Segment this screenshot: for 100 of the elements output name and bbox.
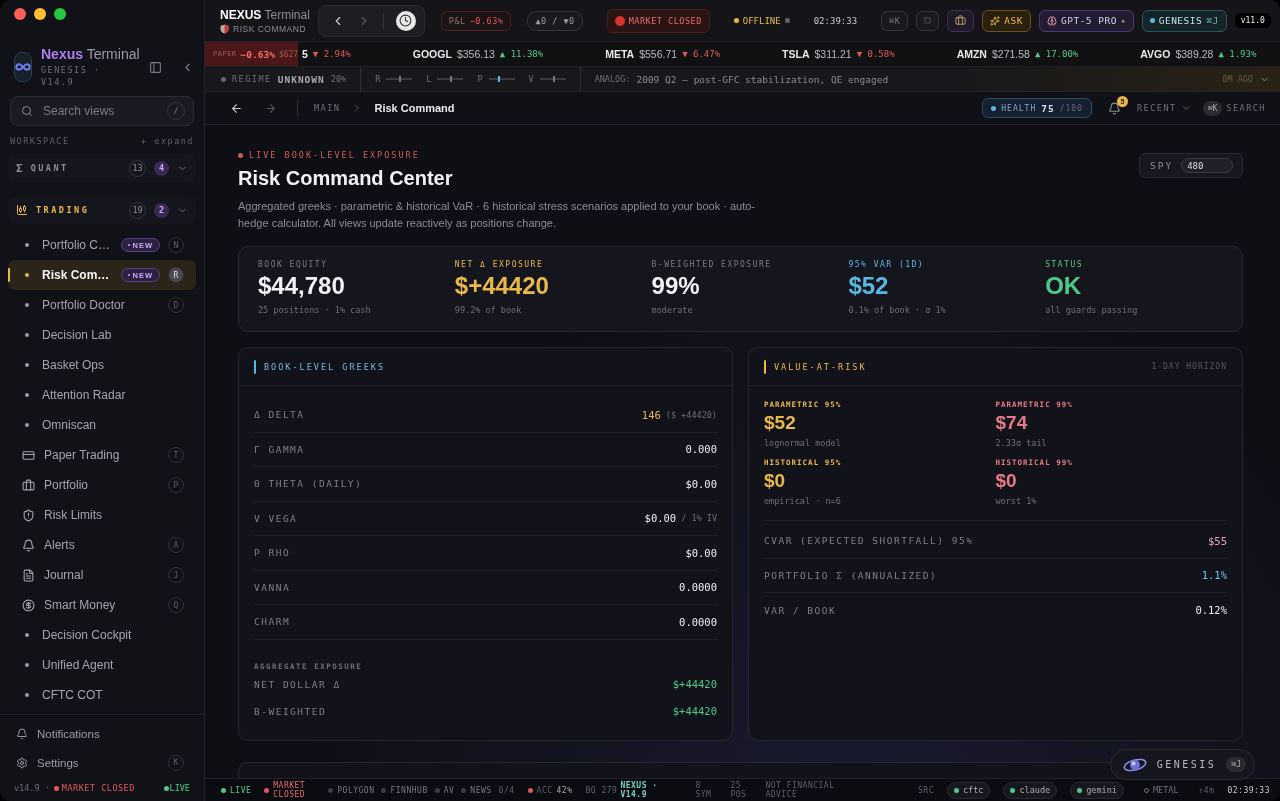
sidebar-item[interactable]: Notifications bbox=[0, 719, 204, 748]
movers-chip[interactable]: ▲0 / ▼0 bbox=[527, 10, 583, 31]
stat-label: B-WEIGHTED EXPOSURE bbox=[651, 260, 772, 269]
zoom-button[interactable] bbox=[54, 8, 66, 20]
clock-button[interactable] bbox=[395, 10, 416, 31]
spy-field[interactable]: 480 bbox=[1181, 158, 1234, 173]
sparkle-icon bbox=[990, 15, 1001, 26]
provider-chip: cftc bbox=[947, 781, 991, 799]
source-count: 0/4 bbox=[498, 785, 515, 795]
ticker-change: ▼ 2.94% bbox=[312, 49, 351, 59]
pnl-chip[interactable]: P&L −0.63% bbox=[440, 10, 512, 31]
connection-status: OFFLINE bbox=[733, 15, 790, 26]
group-header[interactable]: TRADING 19 2 bbox=[8, 196, 196, 224]
panel-icon[interactable] bbox=[148, 60, 162, 74]
briefcase-button[interactable] bbox=[947, 9, 975, 32]
sidebar-item[interactable]: Journal J bbox=[8, 560, 196, 590]
sidebar-item[interactable]: Settings K bbox=[0, 748, 204, 777]
new-count: 4 bbox=[154, 160, 169, 176]
stat-label: STATUS bbox=[1045, 260, 1084, 269]
search-button[interactable]: ⌘K SEARCH bbox=[1202, 100, 1266, 116]
source-status: POLYGON bbox=[328, 785, 375, 795]
search-field[interactable]: Search views bbox=[41, 103, 159, 119]
market-status: MARKET CLOSED bbox=[53, 783, 135, 793]
sidebar-item[interactable]: Portfolio P bbox=[8, 470, 196, 500]
sidebar-item[interactable]: Decision Cockpit bbox=[8, 620, 196, 650]
ticker-change: ▲ 11.38% bbox=[499, 49, 544, 59]
sidebar-item[interactable]: Alerts A bbox=[8, 530, 196, 560]
bullet-icon bbox=[25, 333, 29, 337]
sidebar-item[interactable]: Paper Trading T bbox=[8, 440, 196, 470]
market-status-chip[interactable]: MARKET CLOSED bbox=[606, 8, 710, 33]
spy-control[interactable]: SPY 480 bbox=[1139, 153, 1243, 178]
live-dot bbox=[238, 152, 243, 158]
metric-value: $52 bbox=[764, 412, 796, 434]
search-bar[interactable]: Search views / bbox=[10, 96, 194, 126]
command-button[interactable]: ⌘K bbox=[881, 10, 909, 31]
sidebar-item[interactable]: Unified Agent bbox=[8, 650, 196, 680]
bell-icon bbox=[1107, 101, 1121, 115]
ticker-price: $356.13 bbox=[456, 48, 495, 60]
stat-value: $+44420 bbox=[454, 272, 549, 300]
recent-button[interactable]: RECENT bbox=[1136, 103, 1191, 113]
app-version: GENESIS · V14.9 bbox=[41, 64, 102, 88]
chevron-icon bbox=[1180, 103, 1191, 113]
app-title: NEXUS Terminal bbox=[220, 7, 310, 22]
bullet-icon bbox=[25, 393, 29, 397]
ticker-symbol: TSLA bbox=[782, 48, 810, 60]
arrow-right-icon bbox=[263, 101, 277, 115]
genesis-button[interactable]: GENESIS ⌘J bbox=[1141, 9, 1227, 32]
sidebar-item[interactable]: Risk Limits bbox=[8, 500, 196, 530]
var-value: 1.1% bbox=[1201, 569, 1227, 582]
exposure-label: B-WEIGHTED bbox=[254, 705, 327, 717]
status-dot bbox=[221, 76, 226, 82]
symbol-count: 8 SYM bbox=[695, 781, 713, 799]
new-count: 2 bbox=[154, 202, 169, 218]
provider-chip: gemini bbox=[1070, 781, 1124, 799]
ticker-price: 5 bbox=[302, 48, 308, 60]
source-label: SRC bbox=[918, 785, 934, 795]
assistant-button[interactable]: GENESIS ⌘J bbox=[1109, 749, 1255, 780]
version-badge: v11.0 bbox=[1234, 13, 1271, 28]
bullet-icon bbox=[25, 633, 29, 637]
coin-icon bbox=[22, 598, 35, 612]
exposure-label: NET DOLLAR Δ bbox=[254, 678, 341, 690]
health-chip[interactable]: HEALTH 75 /100 bbox=[982, 98, 1092, 118]
breadcrumb-current: Risk Command bbox=[374, 102, 455, 114]
sidebar-item[interactable]: Portfolio Doctor D bbox=[8, 290, 196, 320]
greek-label: Θ THETA (DAILY) bbox=[254, 478, 363, 490]
ticker-symbol: META bbox=[605, 48, 635, 60]
var-value: $55 bbox=[1208, 534, 1227, 547]
spy-label: SPY bbox=[1150, 160, 1174, 171]
sidebar-item[interactable]: Decision Lab bbox=[8, 320, 196, 350]
greek-value: 146 bbox=[641, 408, 661, 421]
minimize-button[interactable] bbox=[34, 8, 46, 20]
breadcrumb-link[interactable]: MAIN bbox=[314, 103, 341, 113]
clock-text: 02:39:33 bbox=[1227, 785, 1270, 795]
stat-note: 0.1% of book · σ 1% bbox=[848, 305, 946, 315]
ticker-price: $311.21 bbox=[814, 48, 852, 60]
card-icon bbox=[22, 448, 35, 462]
greek-value: 0.0000 bbox=[679, 581, 717, 594]
shield-icon bbox=[220, 23, 229, 34]
ticker-change: ▲ 17.00% bbox=[1034, 49, 1079, 59]
factor-label: R bbox=[375, 74, 381, 84]
stat-value: $52 bbox=[848, 272, 889, 300]
notifications-button[interactable] bbox=[1107, 101, 1121, 115]
sidebar-item[interactable]: Attention Radar bbox=[8, 380, 196, 410]
age-text: 0M AGO bbox=[1222, 74, 1253, 84]
regime-value: UNKNOWN bbox=[277, 73, 325, 85]
page-title: Risk Command Center bbox=[238, 167, 454, 190]
close-button[interactable] bbox=[14, 8, 26, 20]
sidebar-item[interactable]: Basket Ops bbox=[8, 350, 196, 380]
bullet-icon bbox=[25, 243, 29, 247]
group-header[interactable]: Σ QUANT 13 4 bbox=[8, 154, 196, 182]
sidebar-item[interactable]: Smart Money Q bbox=[8, 590, 196, 620]
provider-chip: claude bbox=[1003, 781, 1058, 799]
sidebar-item[interactable]: Omniscan bbox=[8, 410, 196, 440]
panel-title: VALUE-AT-RISK bbox=[774, 361, 867, 372]
sidebar-item[interactable]: CFTC COT bbox=[8, 680, 196, 710]
page-description: Aggregated greeks · parametric & historical VaR · 6 historical stress scenarios applied to your book · auto-hedge calculator. All views update reactively as positions change. bbox=[238, 199, 757, 231]
ask-button[interactable]: ASK bbox=[982, 9, 1031, 32]
var-label: PORTFOLIO Σ (ANNUALIZED) bbox=[764, 569, 938, 581]
greek-value: $0.00 bbox=[685, 546, 717, 559]
market-status: MARKET CLOSED bbox=[273, 781, 307, 799]
